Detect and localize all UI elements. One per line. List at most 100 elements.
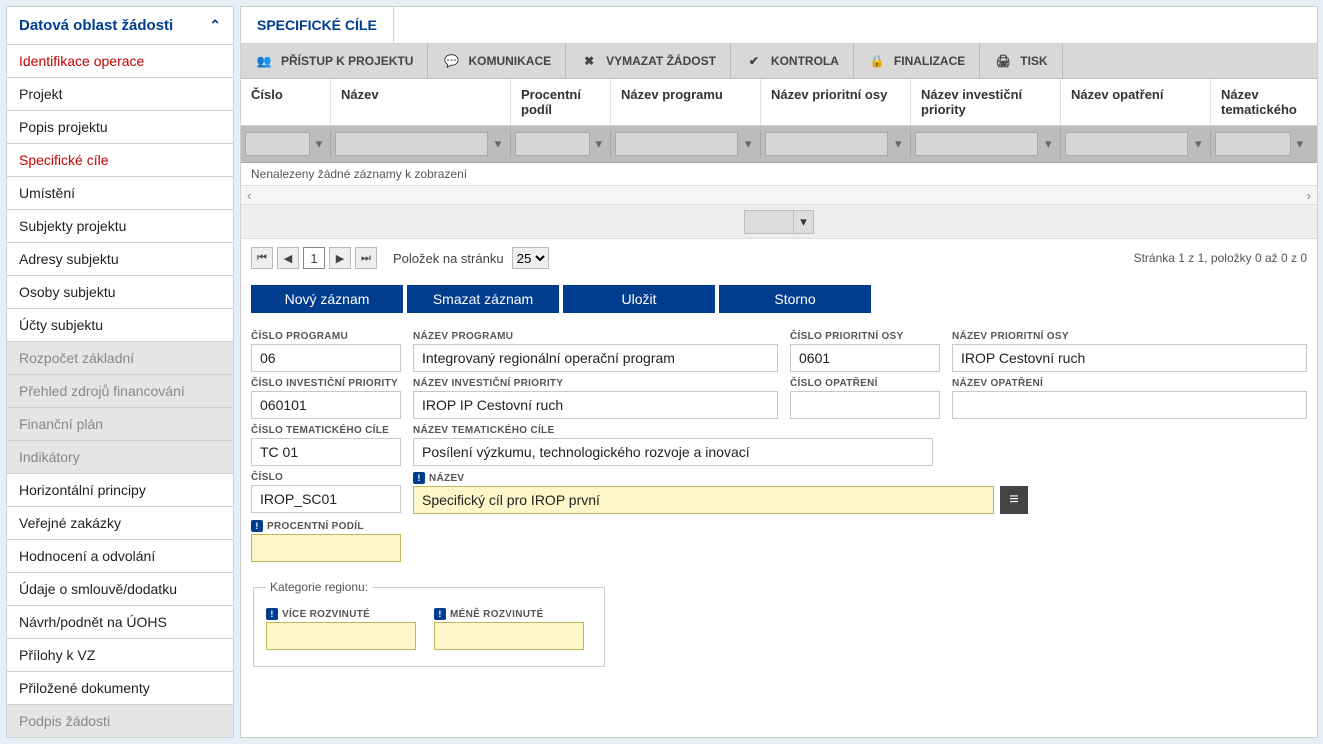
funnel-icon[interactable]: ▾ xyxy=(1190,136,1206,152)
input-nazev[interactable] xyxy=(413,486,994,514)
sidebar-item[interactable]: Subjekty projektu xyxy=(6,210,234,243)
col-nazev-programu[interactable]: Název programu xyxy=(611,79,761,125)
col-nazev-tematickeho[interactable]: Název tematického xyxy=(1211,79,1311,125)
toolbar-communication[interactable]: 💬 KOMUNIKACE xyxy=(428,44,566,78)
tab-specificke-cile[interactable]: SPECIFICKÉ CÍLE xyxy=(241,7,394,43)
sidebar-item[interactable]: Popis projektu xyxy=(6,111,234,144)
funnel-icon[interactable]: ▾ xyxy=(890,136,906,152)
funnel-icon[interactable]: ▾ xyxy=(740,136,756,152)
grid-empty-message: Nenalezeny žádné záznamy k zobrazení xyxy=(241,163,1317,185)
sidebar-item[interactable]: Umístění xyxy=(6,177,234,210)
sidebar-item[interactable]: Údaje o smlouvě/dodatku xyxy=(6,573,234,606)
input-nazev-op[interactable] xyxy=(952,391,1307,419)
filter-nazev[interactable] xyxy=(335,132,488,156)
sidebar-item[interactable]: Přílohy k VZ xyxy=(6,639,234,672)
col-procentni-podil[interactable]: Procentní podíl xyxy=(511,79,611,125)
toolbar-print[interactable]: 🖨 TISK xyxy=(980,44,1062,78)
label-procentni-podil: !PROCENTNÍ PODÍL xyxy=(251,520,401,532)
input-mene-rozvinute[interactable] xyxy=(434,622,584,650)
pager-prev[interactable]: ◀ xyxy=(277,247,299,269)
sidebar: Datová oblast žádosti ⌃ Identifikace ope… xyxy=(6,6,234,738)
sidebar-item[interactable]: Účty subjektu xyxy=(6,309,234,342)
sidebar-item[interactable]: Návrh/podnět na ÚOHS xyxy=(6,606,234,639)
funnel-icon[interactable]: ▾ xyxy=(312,136,326,152)
sidebar-item[interactable]: Osoby subjektu xyxy=(6,276,234,309)
input-cislo-ip[interactable] xyxy=(251,391,401,419)
toolbar-delete-request[interactable]: ✖ VYMAZAT ŽÁDOST xyxy=(566,44,731,78)
pager-current-page: 1 xyxy=(303,247,325,269)
cancel-button[interactable]: Storno xyxy=(719,285,871,313)
lookup-button[interactable]: ≡ xyxy=(1000,486,1028,514)
filter-npo[interactable] xyxy=(765,132,888,156)
sidebar-item[interactable]: Specifické cíle xyxy=(6,144,234,177)
col-nazev-opatreni[interactable]: Název opatření xyxy=(1061,79,1211,125)
input-cislo-tc[interactable] xyxy=(251,438,401,466)
input-cislo-po[interactable] xyxy=(790,344,940,372)
filter-ntc[interactable] xyxy=(1215,132,1291,156)
sidebar-item[interactable]: Adresy subjektu xyxy=(6,243,234,276)
horizontal-scrollbar[interactable]: ‹ › xyxy=(241,185,1317,205)
tab-strip: SPECIFICKÉ CÍLE xyxy=(241,7,1317,44)
input-cislo-programu[interactable] xyxy=(251,344,401,372)
filter-pp[interactable] xyxy=(515,132,590,156)
sidebar-item[interactable]: Projekt xyxy=(6,78,234,111)
col-nazev-investicni-priority[interactable]: Název investiční priority xyxy=(911,79,1061,125)
col-nazev[interactable]: Název xyxy=(331,79,511,125)
print-icon: 🖨 xyxy=(994,52,1012,70)
new-record-button[interactable]: Nový záznam xyxy=(251,285,403,313)
toolbar-finalize[interactable]: 🔒 FINALIZACE xyxy=(854,44,980,78)
arrow-right-icon[interactable]: › xyxy=(1307,188,1311,203)
col-nazev-prioritni-osy[interactable]: Název prioritní osy xyxy=(761,79,911,125)
arrow-left-icon[interactable]: ‹ xyxy=(247,188,251,203)
chevron-up-icon: ⌃ xyxy=(209,17,221,34)
input-vice-rozvinute[interactable] xyxy=(266,622,416,650)
required-icon: ! xyxy=(251,520,263,532)
toolbar-check[interactable]: ✔ KONTROLA xyxy=(731,44,854,78)
funnel-icon[interactable]: ▾ xyxy=(1040,136,1056,152)
label-cislo: ČÍSLO xyxy=(251,472,401,483)
filter-cislo[interactable] xyxy=(245,132,310,156)
filter-nop[interactable] xyxy=(1065,132,1188,156)
sidebar-item[interactable]: Identifikace operace xyxy=(6,45,234,78)
people-icon: 👥 xyxy=(255,52,273,70)
grouping-dropdown[interactable]: ▾ xyxy=(744,210,814,234)
funnel-icon[interactable]: ▾ xyxy=(1293,136,1307,152)
pager-first[interactable]: ⏮ xyxy=(251,247,273,269)
sidebar-item: Podpis žádosti xyxy=(6,705,234,738)
sidebar-item[interactable]: Veřejné zakázky xyxy=(6,507,234,540)
pager-per-page-select[interactable]: 25 xyxy=(512,247,549,269)
label-cislo-ip: ČÍSLO INVESTIČNÍ PRIORITY xyxy=(251,378,401,389)
label-vice-rozvinute: !VÍCE ROZVINUTÉ xyxy=(266,608,416,620)
grid-grouping-bar: ▾ xyxy=(241,205,1317,239)
input-procentni-podil[interactable] xyxy=(251,534,401,562)
input-cislo-op[interactable] xyxy=(790,391,940,419)
toolbar-finalize-label: FINALIZACE xyxy=(894,54,965,68)
input-nazev-tc[interactable] xyxy=(413,438,933,466)
sidebar-item[interactable]: Hodnocení a odvolání xyxy=(6,540,234,573)
pager-last[interactable]: ⏭ xyxy=(355,247,377,269)
filter-nprog[interactable] xyxy=(615,132,738,156)
toolbar-delete-label: VYMAZAT ŽÁDOST xyxy=(606,54,716,68)
save-button[interactable]: Uložit xyxy=(563,285,715,313)
input-nazev-po[interactable] xyxy=(952,344,1307,372)
sidebar-header[interactable]: Datová oblast žádosti ⌃ xyxy=(6,6,234,45)
delete-record-button[interactable]: Smazat záznam xyxy=(407,285,559,313)
input-cislo[interactable] xyxy=(251,485,401,513)
label-nazev-ip: NÁZEV INVESTIČNÍ PRIORITY xyxy=(413,378,778,389)
input-nazev-ip[interactable] xyxy=(413,391,778,419)
toolbar-access[interactable]: 👥 PŘÍSTUP K PROJEKTU xyxy=(241,44,428,78)
col-cislo[interactable]: Číslo xyxy=(241,79,331,125)
funnel-icon[interactable]: ▾ xyxy=(592,136,606,152)
chevron-down-icon[interactable]: ▾ xyxy=(793,211,813,233)
label-mene-text: MÉNĚ ROZVINUTÉ xyxy=(450,609,544,620)
filter-nip[interactable] xyxy=(915,132,1038,156)
list-icon: ≡ xyxy=(1009,492,1018,508)
required-icon: ! xyxy=(434,608,446,620)
input-nazev-programu[interactable] xyxy=(413,344,778,372)
sidebar-item[interactable]: Přiložené dokumenty xyxy=(6,672,234,705)
funnel-icon[interactable]: ▾ xyxy=(490,136,506,152)
pager-next[interactable]: ▶ xyxy=(329,247,351,269)
toolbar-communication-label: KOMUNIKACE xyxy=(468,54,551,68)
sidebar-item[interactable]: Horizontální principy xyxy=(6,474,234,507)
sidebar-title: Datová oblast žádosti xyxy=(19,17,173,34)
